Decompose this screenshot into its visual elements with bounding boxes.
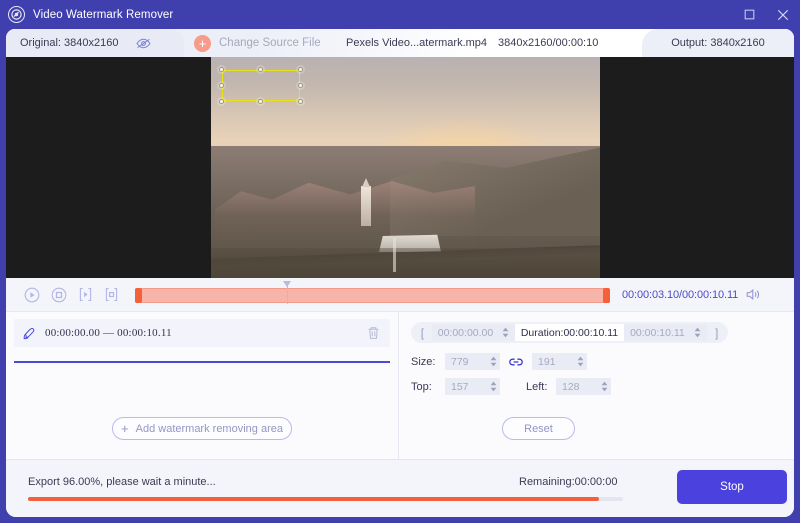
left-stepper[interactable] bbox=[600, 380, 611, 393]
left-label: Left: bbox=[526, 380, 548, 393]
size-row: Size: 779 191 bbox=[411, 353, 587, 370]
export-progress-track bbox=[28, 497, 623, 501]
file-name-label: Pexels Video...atermark.mp4 bbox=[346, 37, 488, 49]
maximize-icon[interactable] bbox=[732, 0, 766, 29]
chain-link-icon[interactable] bbox=[509, 357, 523, 367]
end-time-stepper[interactable] bbox=[693, 326, 704, 339]
video-preview[interactable] bbox=[6, 57, 794, 278]
export-remaining-text: Remaining:00:00:00 bbox=[519, 476, 618, 488]
top-value: 157 bbox=[451, 380, 469, 393]
size-label: Size: bbox=[411, 355, 436, 368]
playhead-marker[interactable] bbox=[283, 281, 291, 304]
trim-handle-end[interactable] bbox=[603, 288, 610, 303]
selection-handle-e[interactable] bbox=[298, 83, 303, 88]
selection-handle-n[interactable] bbox=[258, 67, 263, 72]
editor-panes: 00:00:00.00 — 00:00:10.11 + Add watermar… bbox=[6, 311, 794, 459]
reset-button[interactable]: Reset bbox=[502, 417, 575, 440]
source-bar: Original: 3840x2160 + Change Source File… bbox=[6, 29, 794, 57]
properties-pane: [ 00:00:00.00 Duration:00:00:10.11 00:00… bbox=[399, 312, 794, 459]
timeline-bar: 00:00:03.10/00:00:10.11 bbox=[6, 278, 794, 311]
reset-label: Reset bbox=[524, 422, 553, 435]
size-width-stepper[interactable] bbox=[489, 355, 500, 368]
stop-circle-icon[interactable] bbox=[51, 287, 67, 303]
add-watermark-area-button[interactable]: + Add watermark removing area bbox=[112, 417, 292, 440]
timeline-fill bbox=[135, 288, 610, 303]
output-tab[interactable]: Output: 3840x2160 bbox=[642, 29, 794, 57]
video-church bbox=[361, 178, 371, 226]
brush-icon bbox=[23, 327, 36, 340]
add-watermark-area-label: Add watermark removing area bbox=[135, 422, 283, 435]
selection-handle-s[interactable] bbox=[258, 99, 263, 104]
stop-button[interactable]: Stop bbox=[677, 470, 787, 504]
bracket-open-icon[interactable]: [ bbox=[413, 326, 432, 340]
playback-controls bbox=[24, 287, 119, 303]
window-body: Original: 3840x2160 + Change Source File… bbox=[6, 29, 794, 517]
close-icon[interactable] bbox=[766, 0, 800, 29]
watermark-selection-box[interactable] bbox=[219, 67, 303, 104]
app-logo-icon bbox=[8, 6, 25, 23]
video-frame bbox=[211, 57, 600, 278]
plus-icon: + bbox=[121, 421, 129, 436]
export-status-text: Export 96.00%, please wait a minute... bbox=[28, 476, 216, 488]
window-controls bbox=[732, 0, 800, 29]
play-circle-icon[interactable] bbox=[24, 287, 40, 303]
size-height-input[interactable]: 191 bbox=[532, 353, 587, 370]
export-progress-fill bbox=[28, 497, 600, 501]
app-window: Video Watermark Remover Original: 3840x2… bbox=[0, 0, 800, 523]
plus-icon: + bbox=[194, 34, 211, 52]
bracket-close-icon[interactable]: ] bbox=[707, 326, 726, 340]
size-height-value: 191 bbox=[538, 355, 556, 368]
list-item[interactable]: 00:00:00.00 — 00:00:10.11 bbox=[14, 319, 390, 347]
top-label: Top: bbox=[411, 380, 432, 393]
selection-handle-nw[interactable] bbox=[219, 67, 224, 72]
file-meta: Pexels Video...atermark.mp4 3840x2160/00… bbox=[346, 29, 598, 57]
preview-play-icon[interactable] bbox=[78, 287, 93, 302]
preview-stop-icon[interactable] bbox=[104, 287, 119, 302]
output-resolution-label: Output: 3840x2160 bbox=[671, 37, 765, 49]
areas-pane: 00:00:00.00 — 00:00:10.11 + Add watermar… bbox=[6, 312, 399, 459]
trash-icon[interactable] bbox=[367, 326, 380, 340]
area-selected-underline bbox=[14, 361, 390, 363]
duration-label: Duration:00:00:10.11 bbox=[520, 326, 619, 339]
selection-handle-sw[interactable] bbox=[219, 99, 224, 104]
title-bar: Video Watermark Remover bbox=[0, 0, 800, 29]
end-time-input[interactable]: 00:00:10.11 bbox=[624, 324, 708, 341]
window-title: Video Watermark Remover bbox=[33, 8, 174, 21]
video-foreground bbox=[211, 248, 600, 278]
video-pole bbox=[393, 238, 396, 272]
area-time-range: 00:00:00.00 — 00:00:10.11 bbox=[45, 327, 172, 339]
change-source-file-label: Change Source File bbox=[219, 37, 321, 49]
duration-row: [ 00:00:00.00 Duration:00:00:10.11 00:00… bbox=[411, 322, 728, 343]
start-time-input[interactable]: 00:00:00.00 bbox=[431, 324, 515, 341]
export-bar: Export 96.00%, please wait a minute... R… bbox=[6, 459, 794, 517]
position-row: Top: 157 Left: 128 bbox=[411, 378, 611, 395]
original-tab[interactable]: Original: 3840x2160 bbox=[6, 29, 184, 57]
start-time-stepper[interactable] bbox=[501, 326, 512, 339]
selection-handle-ne[interactable] bbox=[298, 67, 303, 72]
change-source-file-button[interactable]: + Change Source File bbox=[194, 34, 321, 52]
volume-icon[interactable] bbox=[746, 288, 761, 301]
top-stepper[interactable] bbox=[489, 380, 500, 393]
size-width-value: 779 bbox=[451, 355, 469, 368]
duration-display: Duration:00:00:10.11 bbox=[514, 324, 625, 341]
left-input[interactable]: 128 bbox=[556, 378, 611, 395]
original-resolution-label: Original: 3840x2160 bbox=[20, 37, 119, 49]
timeline-track[interactable] bbox=[135, 281, 610, 304]
trim-handle-start[interactable] bbox=[135, 288, 142, 303]
end-time-value: 00:00:10.11 bbox=[630, 326, 685, 339]
stop-label: Stop bbox=[720, 481, 744, 493]
selection-handle-se[interactable] bbox=[298, 99, 303, 104]
left-value: 128 bbox=[562, 380, 580, 393]
file-info-label: 3840x2160/00:00:10 bbox=[498, 37, 599, 49]
start-time-value: 00:00:00.00 bbox=[437, 326, 494, 339]
time-readout: 00:00:03.10/00:00:10.11 bbox=[622, 288, 739, 301]
size-height-stepper[interactable] bbox=[576, 355, 587, 368]
size-width-input[interactable]: 779 bbox=[445, 353, 500, 370]
eye-hidden-icon[interactable] bbox=[136, 38, 152, 49]
selection-handle-w[interactable] bbox=[219, 83, 224, 88]
top-input[interactable]: 157 bbox=[445, 378, 500, 395]
